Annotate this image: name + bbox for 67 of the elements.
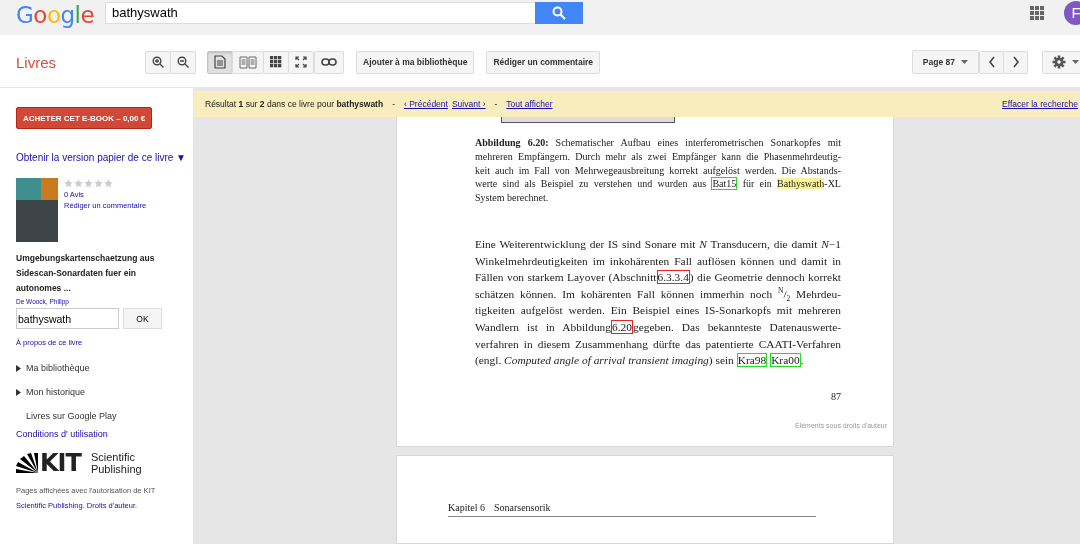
previous-result-link[interactable]: ‹ Précédent <box>404 99 448 109</box>
separator-text: - <box>392 99 395 109</box>
single-page-icon <box>214 55 226 69</box>
citation-link[interactable]: Kra00 <box>770 353 801 368</box>
previous-page-button[interactable] <box>979 50 1004 74</box>
sidebar-nav-item[interactable]: Mon historique <box>16 387 86 397</box>
search-icon <box>552 5 566 20</box>
sidebar-nav-item[interactable]: Livres sur Google Play <box>16 411 117 421</box>
two-page-icon <box>239 55 257 69</box>
citation-link[interactable]: Kra98 <box>736 353 768 368</box>
search-highlight: Bathyswath <box>777 178 825 190</box>
rays-logo-icon <box>16 453 38 473</box>
section-title: Sonarsensorik <box>493 502 551 514</box>
caret-icon <box>961 60 968 64</box>
search-field[interactable]: bathyswath <box>105 1 535 24</box>
settings-button[interactable] <box>1042 50 1080 74</box>
zoom-in-button[interactable] <box>145 50 171 74</box>
search-button[interactable] <box>535 1 583 24</box>
expand-triangle-icon <box>16 388 21 396</box>
next-result-link[interactable]: Suivant › <box>451 99 486 109</box>
print-version-link[interactable]: Obtenir la version papier de ce livre ▼ <box>16 152 186 163</box>
next-page-button[interactable] <box>1003 50 1028 74</box>
separator-text: - <box>494 99 498 109</box>
star-icon <box>74 179 83 188</box>
clear-search-link[interactable]: Effacer la recherche <box>1002 99 1078 109</box>
link-icon <box>321 58 337 66</box>
star-icon <box>104 179 113 188</box>
zoom-in-icon <box>152 56 164 68</box>
result-summary: Résultat 1 sur 2 dans ce livre pour bathyswath <box>205 99 384 109</box>
grid-icon <box>270 56 282 68</box>
action-button[interactable]: Rédiger un commentaire <box>486 50 601 74</box>
link-button[interactable] <box>314 50 344 74</box>
chapter-label: Kapitel 6 <box>448 502 485 514</box>
fullscreen-icon <box>295 56 307 68</box>
account-avatar[interactable]: F <box>1064 0 1080 25</box>
books-title[interactable]: Livres <box>16 53 145 71</box>
settings-icon <box>1051 55 1066 69</box>
body-paragraph: Eine Weiterentwicklung der IS sind Sonare mit N Transducern, die damit N−1 Winkelmehrdeutigkeiten im inkohärenten Fall auflösen können und damit in Fällen von starkem Layover (Abschnitt6.3.3.4) die Geometrie dennoch korrekt schätzen können. Im kohärenten Fall können immerhin noch $^{N}$/$_{2}$ Mehrdeu- tigkeiten aufgelöst werden. Ein Beispiel eines IS-Sonarkopfs mit mehreren Wandlern ist in Abbildung6.20gegeben. Das bekannteste Datenauswerte- verfahren in diesem Zusammenhang dürfte das patentierte CAATI-Verfahren (engl. Computed angle of arrival transient imaging) sein Kra98 Kra00. <box>475 237 841 369</box>
zoom-out-icon <box>177 56 189 68</box>
citation-link[interactable]: Bat15 <box>711 177 738 191</box>
apps-grid-icon[interactable] <box>1030 5 1044 20</box>
chevron-right-icon <box>1011 56 1020 68</box>
book-title: Umgebungskartenschaetzung aus Sidescan-Sonardaten fuer ein autonomes ... <box>16 252 156 295</box>
buy-ebook-button[interactable]: ACHETER CET E-BOOK – 0,00 € <box>16 107 152 129</box>
citation-link[interactable]: 6.20 <box>611 319 633 334</box>
citation-link[interactable]: 6.3.3.4 <box>656 270 690 285</box>
book-cover-image[interactable] <box>16 178 58 242</box>
chevron-left-icon <box>987 56 996 68</box>
expand-triangle-icon <box>16 364 21 372</box>
action-button[interactable]: Ajouter à ma bibliothèque <box>356 50 475 74</box>
show-all-link[interactable]: Tout afficher <box>506 99 553 109</box>
publisher-logo-mark: KIT <box>40 452 81 474</box>
publisher-name: Scientific Publishing <box>90 451 142 475</box>
sidebar-nav-item[interactable]: Ma bibliothèque <box>16 363 90 373</box>
page-dropdown[interactable]: Page 87 <box>911 50 979 74</box>
figure-caption: Abbildung 6.20: Schematischer Aufbau eines interferometrischen Sonarkopfes mit mehreren Empfängern. Durch mehr als zwei Empfänger kann die Phasenmehrdeutig- keit auch im Fall von Mehrwegeausbreitung korrekt aufgelöst werden. Die Abstands- werte sind als Beispiel zu verstehen und wurden aus Bat15 für ein Bathyswath-XL System berechnet. <box>475 136 841 205</box>
zoom-out-button[interactable] <box>170 50 196 74</box>
star-icon <box>94 179 103 188</box>
page-number: 87 <box>831 390 841 402</box>
search-in-book-field[interactable]: bathyswath <box>16 308 119 329</box>
caret-icon <box>1071 60 1079 64</box>
terms-link[interactable]: Conditions d' utilisation <box>16 429 108 439</box>
ok-button[interactable]: OK <box>123 308 162 329</box>
view-mode-button[interactable] <box>288 50 314 74</box>
star-icon <box>64 179 73 188</box>
view-mode-button[interactable] <box>263 50 289 74</box>
star-icon <box>84 179 93 188</box>
